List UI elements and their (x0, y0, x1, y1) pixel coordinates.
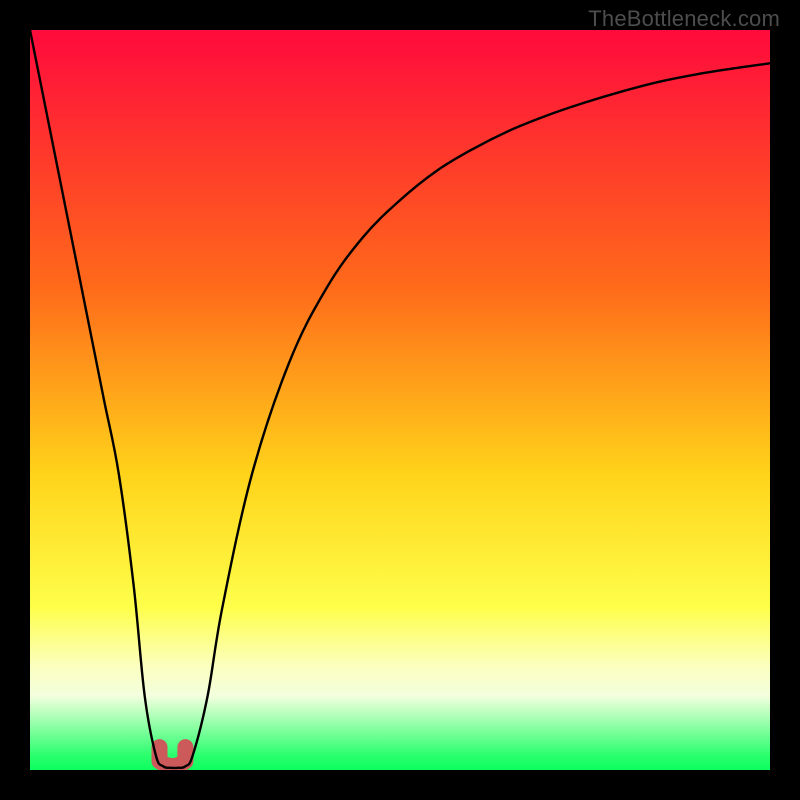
chart-plot-area (30, 30, 770, 770)
curve-line (30, 30, 770, 768)
watermark-text: TheBottleneck.com (588, 6, 780, 32)
chart-frame: TheBottleneck.com (0, 0, 800, 800)
minimum-marker (160, 747, 186, 766)
bottleneck-curve-svg (30, 30, 770, 770)
